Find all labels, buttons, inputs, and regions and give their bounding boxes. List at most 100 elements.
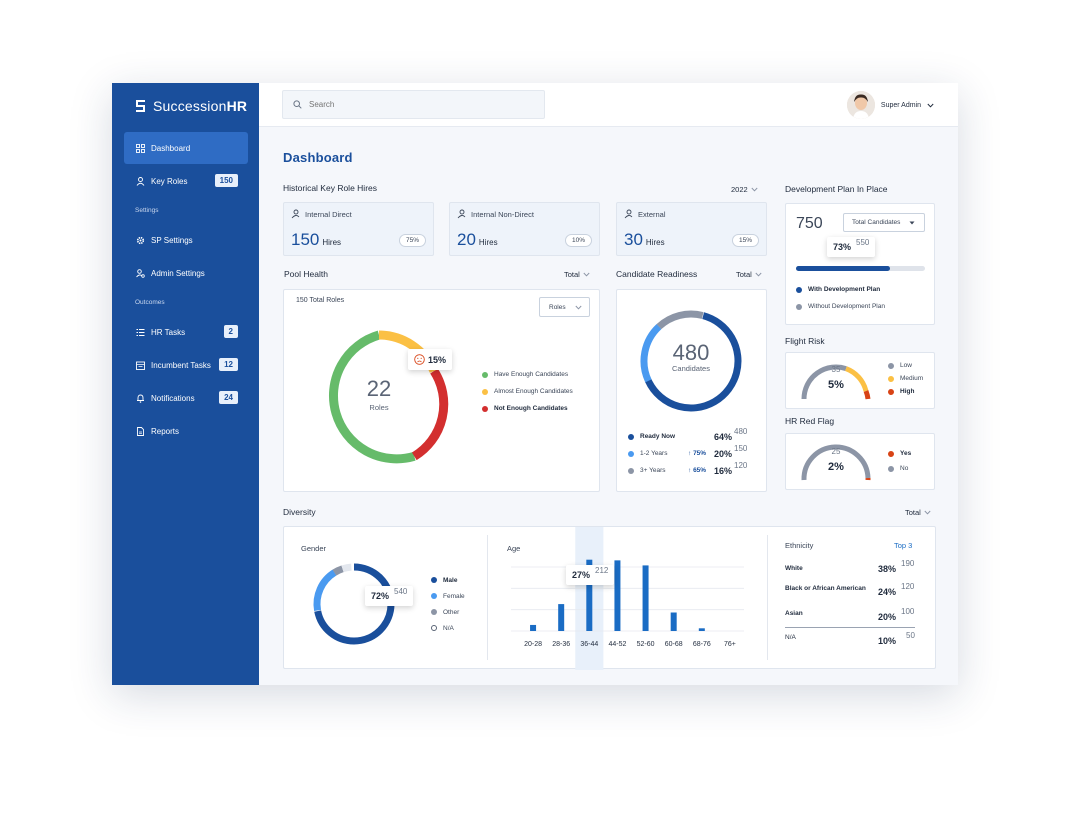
pool-health-filter[interactable]: Total [564, 270, 590, 279]
legend-item: Low [888, 359, 923, 372]
logo[interactable]: SuccessionHR [134, 98, 247, 114]
calendar-icon [136, 361, 145, 370]
pool-health-legend: Have Enough Candidates Almost Enough Can… [482, 366, 573, 417]
sidebar-item-hr-tasks[interactable]: HR Tasks 2 [124, 316, 248, 348]
hr-red-flag-legend: Yes No [888, 446, 911, 476]
section-label-outcomes: Outcomes [135, 299, 165, 306]
hr-red-flag-pct: 2% [828, 461, 844, 473]
diversity-card: Gender 72% 540 Male Female Other N/A Age … [283, 526, 936, 670]
dev-plan-tooltip: 73% 550 [827, 237, 876, 257]
sidebar-item-label: SP Settings [151, 235, 193, 245]
stat-card-internal-direct[interactable]: Internal Direct 150 Hires 75% [283, 202, 434, 256]
stat-card-internal-non-direct[interactable]: Internal Non-Direct 20 Hires 10% [449, 202, 600, 256]
legend-item: Female [431, 588, 465, 604]
candidate-readiness-filter[interactable]: Total [736, 270, 762, 279]
people-icon [136, 176, 145, 186]
legend-item: High [888, 385, 923, 398]
sidebar-item-admin-settings[interactable]: Admin Settings [124, 257, 248, 289]
logo-text-bold: HR [226, 98, 248, 114]
bell-icon [137, 394, 144, 403]
age-bar-chart: 20-28 28-36 36-44 44-52 52-60 60-68 68-76 76+ [511, 527, 744, 670]
ethnicity-list: White 38% 190 Black or African American … [785, 559, 915, 651]
sidebar-item-dashboard[interactable]: Dashboard [124, 132, 248, 164]
search-input[interactable] [309, 100, 529, 109]
sidebar-item-key-roles[interactable]: Key Roles 150 [124, 165, 248, 197]
legend-item: Almost Enough Candidates [482, 383, 573, 400]
user-menu[interactable]: Super Admin [846, 91, 934, 119]
legend-item: With Development Plan [796, 281, 885, 298]
flight-risk-legend: Low Medium High [888, 359, 923, 398]
legend-item: No [888, 461, 911, 476]
bar-68-76[interactable] [698, 628, 705, 631]
sidebar-item-reports[interactable]: Reports [124, 415, 248, 447]
year-select[interactable]: 2022 [731, 185, 758, 194]
filter-value: Total [564, 270, 580, 279]
pool-health-center-value: 22 [366, 376, 392, 401]
tick-label: 44-52 [608, 641, 626, 648]
section-title-candidate-readiness: Candidate Readiness [616, 269, 698, 279]
count-badge: 24 [219, 391, 238, 404]
dev-plan-progress-track [796, 266, 925, 271]
dashboard-icon [136, 143, 145, 153]
top-3-link[interactable]: Top 3 [894, 541, 912, 550]
sidebar-item-label: Dashboard [151, 143, 191, 153]
tick-label: 60-68 [665, 641, 683, 648]
list-item: Asian 20% 100 [785, 605, 915, 628]
section-title-pool-health: Pool Health [284, 269, 328, 279]
top-bar: Super Admin [259, 83, 958, 127]
section-label-settings: Settings [135, 207, 159, 214]
percent-pill: 75% [398, 234, 426, 247]
dev-plan-legend: With Development Plan Without Developmen… [796, 281, 885, 315]
chevron-down-icon [575, 305, 582, 310]
pool-health-tooltip: 15% [408, 349, 453, 370]
hr-red-flag-count: 25 [831, 447, 841, 456]
chevron-down-icon [583, 272, 590, 277]
stat-unit: Hires [645, 238, 665, 247]
logo-text: Succession [153, 98, 227, 114]
bar-20-28[interactable] [530, 624, 537, 631]
stat-card-external[interactable]: External 30 Hires 15% [616, 202, 767, 256]
avatar[interactable] [846, 91, 875, 119]
flight-risk-pct: 5% [828, 379, 844, 391]
bar-28-36[interactable] [558, 604, 565, 631]
app-window: SuccessionHR Dashboard Key Roles 150 Set… [112, 83, 958, 685]
sidebar-item-incumbent-tasks[interactable]: Incumbent Tasks 12 [124, 349, 248, 381]
bar-52-60[interactable] [642, 565, 649, 631]
age-tooltip: 27% 212 [566, 565, 615, 585]
bar-44-52[interactable] [614, 560, 621, 631]
sidebar-item-sp-settings[interactable]: SP Settings [124, 224, 248, 256]
candidates-center-value: 480 [672, 340, 710, 365]
section-title-dev-plan: Development Plan In Place [785, 184, 888, 194]
filter-value: Total [905, 508, 921, 517]
tick-label: 76+ [724, 641, 736, 648]
sidebar-item-label: Key Roles [151, 176, 188, 186]
diversity-filter[interactable]: Total [905, 508, 931, 517]
dev-plan-card: 750 Total Candidates 73% 550 With Develop… [785, 203, 935, 325]
stat-label: Internal Non-Direct [471, 209, 534, 219]
gender-tooltip: 72% 540 [365, 586, 414, 606]
caret-down-icon [909, 221, 915, 224]
dev-plan-progress-fill [796, 266, 891, 271]
count-badge: 12 [219, 358, 238, 371]
gender-title: Gender [301, 544, 327, 553]
dev-plan-value: 750 [796, 215, 823, 232]
pool-health-subtitle: 150 Total Roles [296, 297, 345, 304]
list-item: Black or African American 24% 120 [785, 582, 915, 597]
list-item: Ready Now 64% 480 [628, 427, 758, 445]
stat-label: Internal Direct [305, 209, 352, 219]
list-item: 1-2 Years ↑ 75% 20% 150 [628, 444, 758, 462]
admin-icon [136, 268, 145, 278]
section-title-diversity: Diversity [283, 507, 316, 517]
stat-value: 150 [291, 230, 320, 249]
bar-60-68[interactable] [670, 612, 677, 632]
roles-dropdown[interactable]: Roles [539, 297, 590, 317]
legend-item: Yes [888, 446, 911, 461]
tick-label: 36-44 [580, 641, 598, 648]
list-item: N/A 10% 50 [785, 631, 915, 646]
sidebar-item-notifications[interactable]: Notifications 24 [124, 382, 248, 414]
chevron-down-icon [755, 272, 762, 277]
total-candidates-dropdown[interactable]: Total Candidates [843, 213, 925, 232]
section-title-hr-red-flag: HR Red Flag [785, 416, 835, 426]
sad-face-icon [414, 354, 425, 365]
search-box[interactable] [282, 90, 545, 119]
